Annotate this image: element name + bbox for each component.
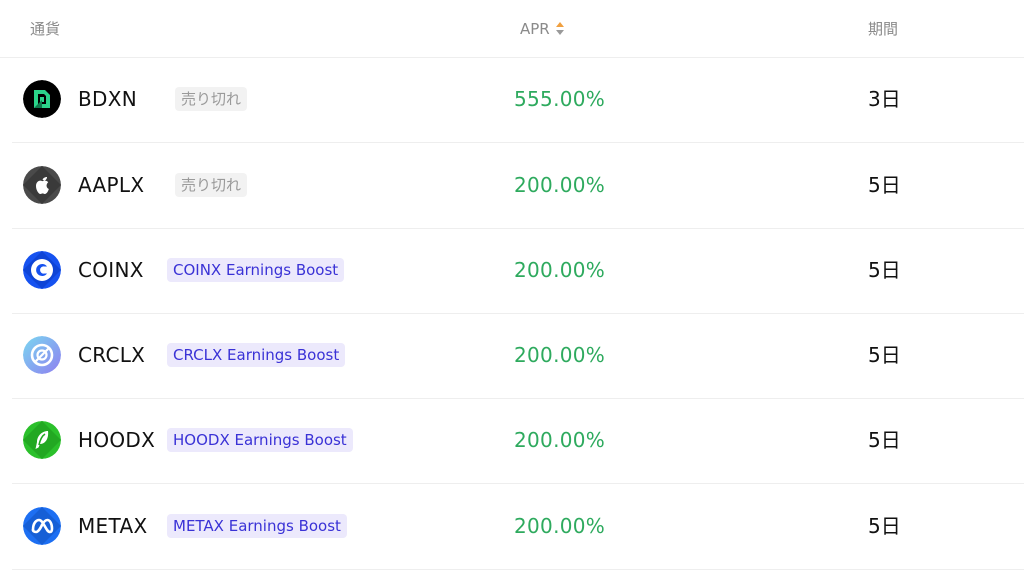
period-value: 3日 [868,87,901,111]
coinbase-logo-icon [23,251,61,289]
sort-icon[interactable] [555,22,564,36]
bdxn-logo-icon [23,80,61,118]
coin-symbol: CRCLX [78,343,146,367]
meta-logo-icon [23,507,61,545]
earnings-boost-badge: CRCLX Earnings Boost [167,343,346,367]
earn-table: 通貨 APR 期間 BDXN 売り切れ 555.00% 3日 AAPLX 売り切… [0,0,1024,572]
table-row[interactable]: COINX COINX Earnings Boost 200.00% 5日 [12,228,1024,314]
table-row[interactable]: METAX METAX Earnings Boost 200.00% 5日 [12,484,1024,570]
apple-logo-icon [23,166,61,204]
coin-symbol: AAPLX [78,173,145,197]
period-value: 5日 [868,258,901,282]
robinhood-logo-icon [23,421,61,459]
apr-value: 555.00% [514,87,606,111]
apr-value: 200.00% [514,428,606,452]
table-row[interactable]: AAPLX 売り切れ 200.00% 5日 [12,143,1024,229]
table-row[interactable]: BDXN 売り切れ 555.00% 3日 [12,57,1024,143]
table-row[interactable]: HOODX HOODX Earnings Boost 200.00% 5日 [12,398,1024,484]
apr-value: 200.00% [514,343,606,367]
apr-value: 200.00% [514,514,606,538]
header-currency: 通貨 [30,20,61,38]
header-period: 期間 [868,20,899,38]
apr-value: 200.00% [514,258,606,282]
apr-value: 200.00% [514,173,606,197]
soldout-badge: 売り切れ [175,87,248,111]
period-value: 5日 [868,428,901,452]
table-row[interactable]: CRCLX CRCLX Earnings Boost 200.00% 5日 [12,313,1024,399]
coin-symbol: HOODX [78,428,156,452]
soldout-badge: 売り切れ [175,173,248,197]
earnings-boost-badge: HOODX Earnings Boost [167,428,353,452]
header-apr-sort[interactable]: APR [520,19,564,39]
header-apr-label: APR [520,20,550,38]
period-value: 5日 [868,343,901,367]
coin-symbol: METAX [78,514,148,538]
circle-logo-icon [23,336,61,374]
period-value: 5日 [868,173,901,197]
period-value: 5日 [868,514,901,538]
coin-symbol: COINX [78,258,144,282]
table-header: 通貨 APR 期間 [0,0,1024,58]
earnings-boost-badge: METAX Earnings Boost [167,514,347,538]
coin-symbol: BDXN [78,87,137,111]
earnings-boost-badge: COINX Earnings Boost [167,258,345,282]
